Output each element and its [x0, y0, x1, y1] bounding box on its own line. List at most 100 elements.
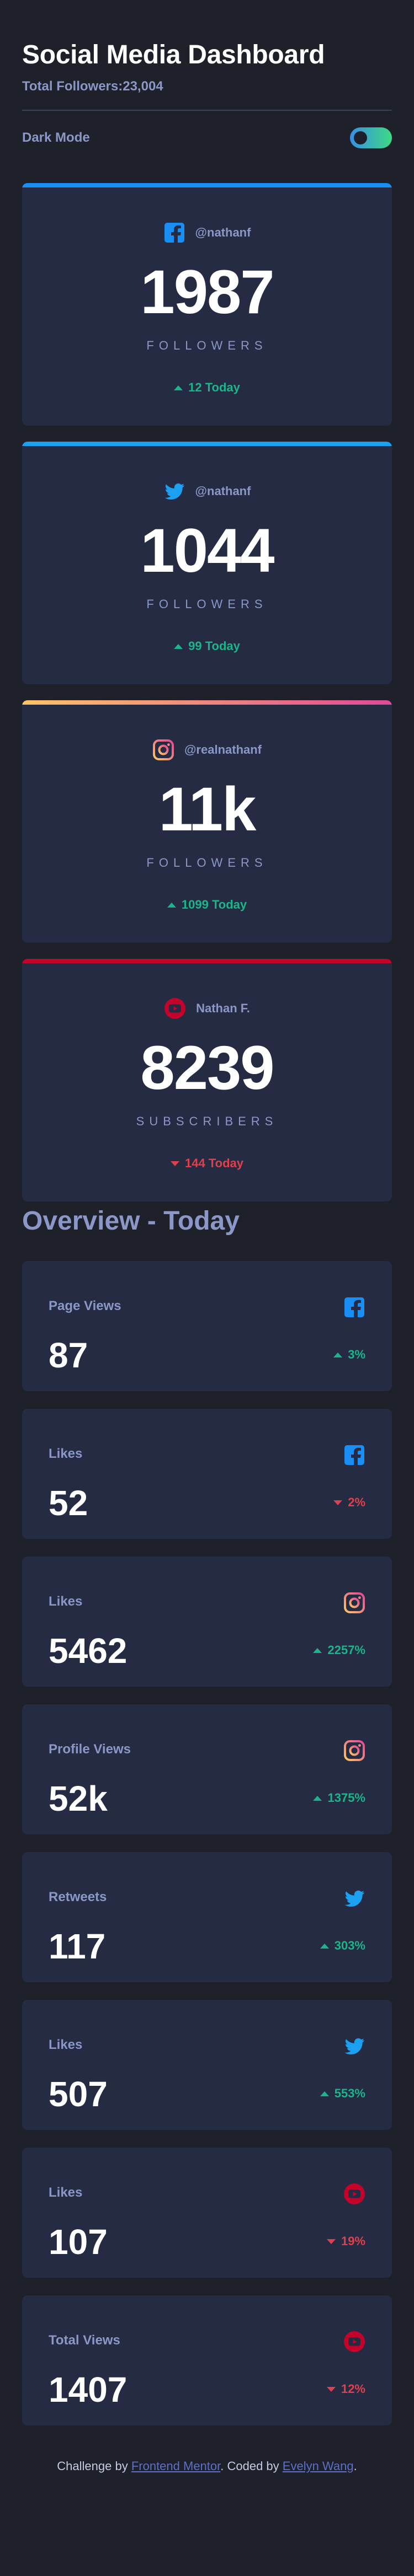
follower-count: 1044 [140, 516, 274, 585]
footer-suffix: . [353, 2459, 357, 2473]
overview-value: 1407 [49, 2370, 128, 2409]
follower-card-youtube[interactable]: Nathan F. 8239 Subscribers 144 Today [22, 959, 392, 1201]
follower-card-facebook[interactable]: @nathanf 1987 Followers 12 Today [22, 183, 392, 426]
card-top-bar [22, 700, 392, 705]
overview-card[interactable]: Profile Views 52k 1375% [22, 1704, 392, 1834]
follower-count: 11k [158, 775, 257, 844]
twitter-icon [343, 2035, 365, 2057]
arrow-down-icon [326, 2386, 336, 2392]
overview-change-value: 2257% [327, 1643, 365, 1657]
follower-count: 1987 [140, 257, 274, 326]
overview-card[interactable]: Likes 5462 2257% [22, 1557, 392, 1687]
youtube-icon [164, 997, 186, 1019]
overview-card[interactable]: Page Views 87 3% [22, 1261, 392, 1391]
overview-value: 507 [49, 2074, 108, 2114]
overview-value: 107 [49, 2222, 108, 2262]
overview-change-value: 553% [334, 2086, 365, 2100]
arrow-down-icon [326, 2239, 336, 2244]
today-change-value: 12 Today [188, 380, 240, 394]
overview-change: 3% [333, 1348, 365, 1362]
arrow-up-icon [174, 385, 183, 390]
footer-prefix: Challenge by [57, 2459, 131, 2473]
handle-row: Nathan F. [22, 996, 392, 1021]
overview-change: 553% [320, 2086, 365, 2101]
card-top-bar [22, 959, 392, 963]
account-handle: @nathanf [195, 226, 251, 239]
author-link[interactable]: Evelyn Wang [283, 2459, 354, 2473]
follower-card-instagram[interactable]: @realnathanf 11k Followers 1099 Today [22, 700, 392, 943]
overview-card[interactable]: Retweets 117 303% [22, 1852, 392, 1982]
today-change: 144 Today [22, 1156, 392, 1171]
follower-unit: Followers [146, 339, 268, 352]
overview-value: 52k [49, 1779, 108, 1818]
arrow-up-icon [167, 902, 176, 908]
subscriber-count: 8239 [140, 1033, 274, 1102]
handle-row: @nathanf [22, 479, 392, 503]
overview-change: 1375% [313, 1791, 365, 1805]
overview-value: 5462 [49, 1631, 128, 1671]
overview-change-value: 1375% [327, 1791, 365, 1805]
handle-row: @realnathanf [22, 738, 392, 762]
follower-card-twitter[interactable]: @nathanf 1044 Followers 99 Today [22, 442, 392, 684]
handle-row: @nathanf [22, 221, 392, 245]
overview-label: Likes [49, 2037, 83, 2052]
today-change: 99 Today [22, 639, 392, 653]
dashboard-page: Social Media Dashboard Total Followers:2… [0, 0, 414, 2576]
overview-change-value: 2% [348, 1495, 365, 1509]
frontend-mentor-link[interactable]: Frontend Mentor [131, 2459, 220, 2473]
dark-mode-toggle[interactable] [350, 127, 392, 148]
follower-unit: Followers [146, 597, 268, 611]
overview-label: Likes [49, 1446, 83, 1461]
instagram-icon [343, 1740, 365, 1762]
facebook-icon [343, 1444, 365, 1466]
youtube-icon [343, 2183, 365, 2205]
overview-change: 12% [326, 2382, 365, 2396]
arrow-up-icon [320, 2091, 329, 2096]
overview-label: Likes [49, 2185, 83, 2200]
today-change-value: 99 Today [188, 639, 240, 653]
overview-value: 87 [49, 1335, 88, 1375]
overview-label: Total Views [49, 2333, 120, 2348]
card-top-bar [22, 183, 392, 187]
header-divider [22, 110, 392, 111]
overview-change: 2% [333, 1495, 365, 1510]
page-title: Social Media Dashboard [22, 40, 325, 69]
overview-change-value: 303% [334, 1939, 365, 1952]
overview-change: 303% [320, 1939, 365, 1953]
overview-change: 19% [326, 2234, 365, 2248]
today-change-value: 144 Today [185, 1156, 243, 1170]
attribution-footer: Challenge by Frontend Mentor. Coded by E… [0, 2459, 414, 2473]
card-top-bar [22, 442, 392, 446]
today-change: 1099 Today [22, 898, 392, 912]
arrow-up-icon [313, 1795, 322, 1801]
arrow-down-icon [171, 1161, 179, 1166]
instagram-icon [152, 739, 174, 761]
overview-change-value: 12% [341, 2382, 365, 2396]
subscriber-unit: Subscribers [136, 1114, 278, 1128]
overview-value: 117 [49, 1926, 106, 1966]
account-handle: @realnathanf [184, 743, 262, 756]
overview-heading: Overview - Today [22, 1206, 240, 1236]
overview-value: 52 [49, 1483, 88, 1523]
overview-card[interactable]: Likes 52 2% [22, 1409, 392, 1539]
overview-change: 2257% [313, 1643, 365, 1657]
dark-mode-label: Dark Mode [22, 130, 90, 145]
arrow-up-icon [333, 1352, 343, 1357]
follower-unit: Followers [146, 856, 268, 870]
today-change: 12 Today [22, 380, 392, 395]
overview-label: Retweets [49, 1890, 107, 1904]
overview-card[interactable]: Likes 107 19% [22, 2148, 392, 2278]
overview-card[interactable]: Total Views 1407 12% [22, 2295, 392, 2425]
total-followers: Total Followers:23,004 [22, 79, 163, 94]
account-handle: Nathan F. [196, 1001, 250, 1015]
youtube-icon [343, 2331, 365, 2353]
arrow-up-icon [320, 1943, 329, 1949]
today-change-value: 1099 Today [181, 898, 247, 911]
mode-row: Dark Mode [22, 127, 392, 149]
overview-change-value: 3% [348, 1348, 365, 1361]
toggle-knob [354, 131, 367, 144]
overview-card[interactable]: Likes 507 553% [22, 2000, 392, 2130]
footer-middle: . Coded by [220, 2459, 283, 2473]
instagram-icon [343, 1592, 365, 1614]
overview-label: Profile Views [49, 1742, 131, 1757]
